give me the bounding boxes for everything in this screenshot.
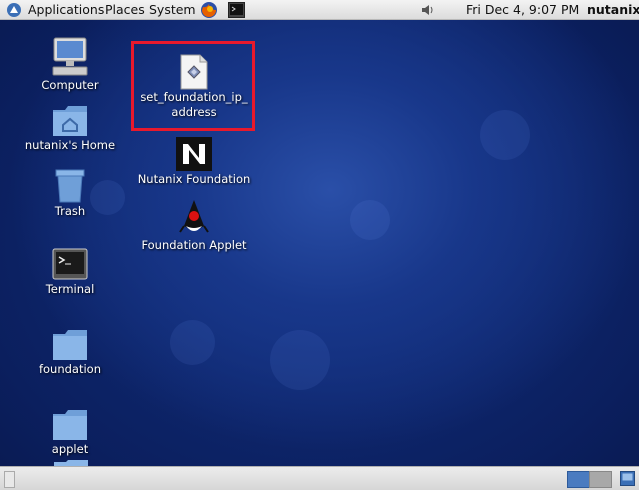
volume-icon[interactable] [420, 2, 436, 18]
highlight-box [131, 41, 255, 131]
user-menu[interactable]: nutanix [587, 2, 639, 17]
desktop-icon-applet-folder[interactable]: applet [10, 408, 130, 457]
bottom-panel [0, 466, 639, 490]
terminal-launcher-icon[interactable] [228, 2, 245, 18]
desktop-icon-home[interactable]: nutanix's Home [10, 104, 130, 153]
java-duke-icon [179, 200, 209, 233]
wallpaper-bokeh [170, 320, 215, 365]
icon-label: Computer [41, 78, 99, 92]
desktop-icon-terminal[interactable]: Terminal [10, 248, 130, 297]
workspace-2-button[interactable] [589, 471, 612, 488]
nutanix-logo-icon [176, 137, 212, 171]
icon-label: nutanix's Home [24, 138, 116, 152]
desktop-icon-foundation-folder[interactable]: foundation [10, 328, 130, 377]
menu-applications[interactable]: Applications [28, 2, 104, 17]
desktop-icon-nutanix-foundation[interactable]: Nutanix Foundation [134, 136, 254, 187]
wallpaper-bokeh [270, 330, 330, 390]
trash-icon [55, 169, 85, 203]
top-panel: Applications Places System Fri Dec 4, 9:… [0, 0, 639, 20]
icon-label: Foundation Applet [141, 238, 247, 252]
desktop-icon-foundation-applet[interactable]: Foundation Applet [134, 198, 254, 253]
clock[interactable]: Fri Dec 4, 9:07 PM [466, 2, 579, 17]
icon-label: Nutanix Foundation [137, 172, 251, 186]
wallpaper-bokeh [480, 110, 530, 160]
wallpaper-bokeh [350, 200, 390, 240]
applications-menu-icon[interactable] [6, 2, 22, 18]
menu-places[interactable]: Places [105, 2, 145, 17]
workspace-1-button[interactable] [567, 471, 590, 488]
computer-icon [52, 37, 88, 76]
desktop-icon-computer[interactable]: Computer [10, 36, 130, 93]
terminal-icon [52, 248, 88, 280]
folder-icon [53, 410, 87, 440]
home-folder-icon [53, 106, 87, 136]
show-desktop-icon[interactable] [620, 471, 635, 486]
icon-label: foundation [38, 362, 102, 376]
icon-label: Trash [54, 204, 86, 218]
icon-label: Terminal [45, 282, 95, 296]
menu-system[interactable]: System [149, 2, 196, 17]
folder-icon [53, 330, 87, 360]
desktop[interactable]: Computer nutanix's Home Trash Terminal f… [0, 20, 639, 466]
panel-handle[interactable] [4, 471, 15, 488]
desktop-icon-trash[interactable]: Trash [10, 168, 130, 219]
firefox-icon[interactable] [200, 1, 218, 19]
icon-label: applet [51, 442, 89, 456]
